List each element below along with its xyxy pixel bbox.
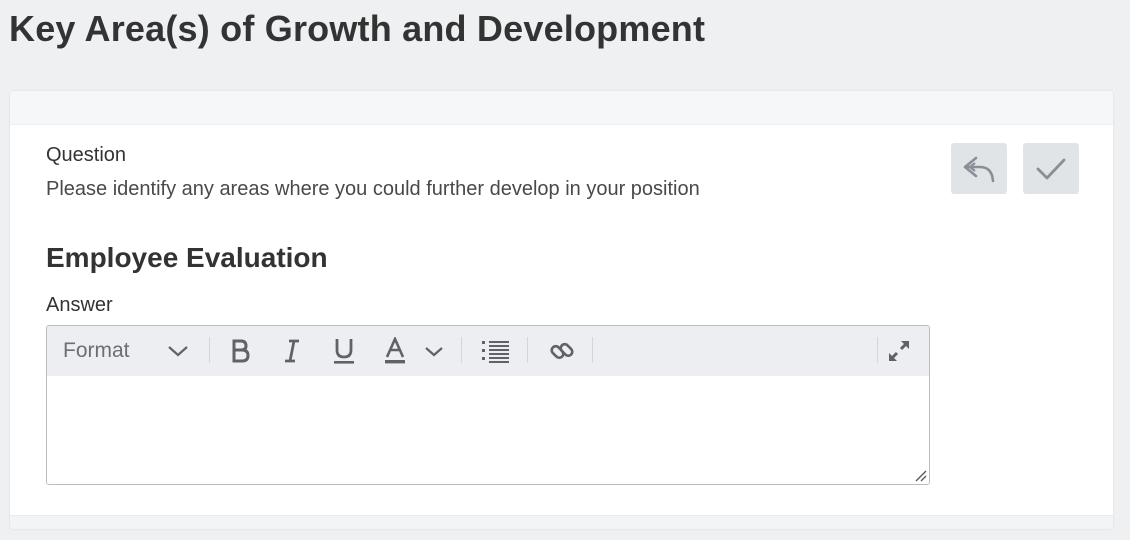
editor-toolbar: Format — [47, 326, 929, 376]
question-card: Question Please identify any areas where… — [10, 91, 1113, 529]
card-header — [10, 91, 1113, 125]
toolbar-divider — [209, 337, 210, 363]
underline-icon[interactable] — [327, 326, 361, 376]
resize-handle-icon[interactable] — [913, 468, 927, 482]
answer-label: Answer — [46, 294, 113, 316]
question-label: Question — [46, 144, 127, 166]
expand-icon[interactable] — [883, 326, 915, 376]
question-text: Please identify any areas where you coul… — [46, 178, 700, 200]
card-footer — [10, 515, 1113, 529]
rich-text-editor[interactable]: Format — [46, 325, 930, 485]
format-dropdown[interactable]: Format — [63, 326, 130, 376]
toolbar-divider — [877, 337, 878, 363]
toolbar-divider — [461, 337, 462, 363]
section-title: Employee Evaluation — [46, 242, 328, 273]
check-icon — [1036, 158, 1066, 179]
undo-icon — [963, 156, 995, 182]
italic-icon[interactable] — [277, 326, 307, 376]
page-title: Key Area(s) of Growth and Development — [9, 8, 706, 49]
font-color-icon[interactable] — [380, 326, 410, 376]
undo-button[interactable] — [951, 143, 1007, 194]
confirm-button[interactable] — [1023, 143, 1079, 194]
toolbar-divider — [592, 337, 593, 363]
link-icon[interactable] — [545, 326, 579, 376]
bold-icon[interactable] — [225, 326, 255, 376]
chevron-down-icon[interactable] — [163, 326, 193, 376]
font-color-chevron-icon[interactable] — [419, 326, 449, 376]
bullet-list-icon[interactable] — [479, 326, 513, 376]
toolbar-divider — [527, 337, 528, 363]
answer-textarea[interactable] — [47, 376, 929, 484]
